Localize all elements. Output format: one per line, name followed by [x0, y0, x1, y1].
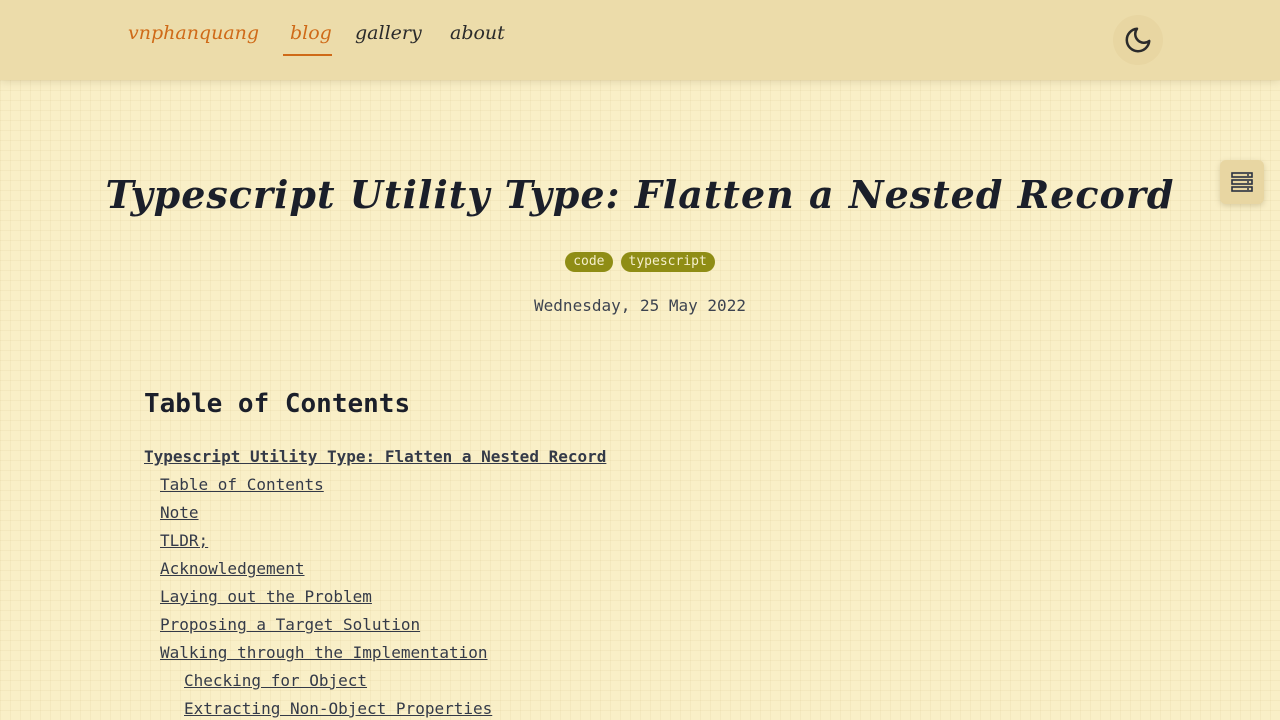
toc-link[interactable]: Checking for Object [184, 671, 367, 690]
toc-link[interactable]: Proposing a Target Solution [160, 615, 420, 634]
tag-typescript[interactable]: typescript [620, 252, 715, 272]
toc-link[interactable]: Note [160, 503, 199, 522]
tag-code[interactable]: code [565, 252, 613, 272]
post-date: Wednesday, 25 May 2022 [534, 296, 746, 315]
toc-link[interactable]: Typescript Utility Type: Flatten a Neste… [144, 447, 606, 466]
site-header: vnphanquang blog gallery about [0, 0, 1280, 80]
site-logo-link[interactable]: vnphanquang [128, 22, 259, 44]
nav-link-about[interactable]: about [450, 22, 505, 44]
toc-heading: Table of Contents [144, 389, 411, 419]
toc-link[interactable]: Acknowledgement [160, 559, 305, 578]
toc-link[interactable]: Laying out the Problem [160, 587, 372, 606]
post-title: Typescript Utility Type: Flatten a Neste… [105, 172, 1175, 217]
nav-link-blog[interactable]: blog [290, 22, 332, 44]
post-tags: code typescript [0, 252, 1280, 272]
moon-icon [1125, 27, 1151, 53]
toc-link[interactable]: Table of Contents [160, 475, 324, 494]
toc-link[interactable]: Extracting Non-Object Properties [184, 699, 492, 718]
active-nav-indicator [283, 54, 332, 56]
toc-link[interactable]: TLDR; [160, 531, 208, 550]
nav-link-gallery[interactable]: gallery [355, 22, 422, 44]
toc-link[interactable]: Walking through the Implementation [160, 643, 488, 662]
theme-toggle-button[interactable] [1113, 15, 1163, 65]
